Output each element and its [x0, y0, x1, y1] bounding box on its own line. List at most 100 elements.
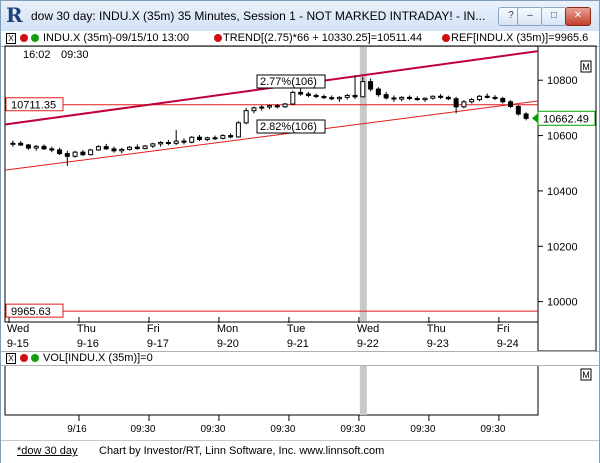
x-time-label: 09:30 [270, 424, 295, 435]
candle-body [515, 106, 521, 115]
main-pane-menu-button-text: M [582, 62, 590, 72]
candle-body [329, 97, 335, 100]
candle-body [305, 93, 311, 96]
candle-body [391, 97, 397, 100]
candle-body [142, 145, 148, 150]
candle-body [173, 140, 179, 144]
vol-pane-close-icon[interactable]: X [6, 353, 16, 364]
candle-body [274, 105, 280, 108]
candle-body [119, 148, 125, 152]
x-time-label: 09:30 [130, 424, 155, 435]
x-date-label: 9-15 [7, 338, 29, 350]
candle-body [476, 95, 482, 101]
x-day-label: Fri [147, 323, 160, 335]
candle-body [150, 143, 156, 147]
candle-body [189, 136, 195, 143]
level-9965-label: 9965.63 [11, 306, 51, 318]
candle-body [25, 144, 31, 149]
candle-body [438, 95, 444, 98]
lower-trend-line[interactable] [4, 100, 539, 171]
candle-body [41, 145, 47, 150]
x-time-label: 09:30 [200, 424, 225, 435]
x-time-label: 09:30 [340, 424, 365, 435]
x-date-label: 9-21 [287, 338, 309, 350]
candle-body [469, 99, 475, 103]
x-day-label: Thu [77, 323, 96, 335]
chart-page-link[interactable]: *dow 30 day [17, 445, 78, 457]
candle-body [88, 149, 94, 156]
chart-window: R dow 30 day: INDU.X (35m) 35 Minutes, S… [0, 0, 600, 463]
vol-green-dot-icon[interactable] [31, 354, 39, 362]
credit-text: Chart by Investor/RT, Linn Software, Inc… [99, 445, 385, 457]
y-tick-label: 10000 [547, 297, 578, 309]
candle-body [64, 153, 70, 157]
x-time-label: 09:30 [410, 424, 435, 435]
candle-body [406, 96, 412, 99]
selected-day-highlight-vol[interactable] [359, 365, 367, 415]
x-day-label: Tue [287, 323, 306, 335]
x-date-label: 9-20 [217, 338, 239, 350]
x-date-label: 9-16 [77, 338, 99, 350]
candle-body [103, 146, 109, 150]
candle-body [336, 96, 342, 100]
candle-body [492, 96, 498, 99]
candle-body [197, 136, 203, 140]
candle-body [220, 135, 226, 139]
level-10711-label: 10711.35 [11, 100, 56, 112]
candle-body [484, 95, 490, 98]
vol-pane-menu-button-text: M [582, 370, 590, 380]
candle-body [72, 151, 78, 157]
x-day-label: Wed [7, 323, 29, 335]
candle-body [500, 97, 506, 103]
candle-body [204, 137, 210, 140]
candle-body [10, 142, 16, 145]
y-tick-label: 10600 [547, 131, 578, 143]
candle-body [228, 135, 234, 138]
x-date-label: 9-22 [357, 338, 379, 350]
x-time-label: 9/16 [67, 424, 87, 435]
upper-channel-label: 2.77%(106) [260, 76, 317, 88]
candle-body [399, 96, 405, 100]
candle-body [430, 95, 436, 99]
footer-bar: *dow 30 day Chart by Investor/RT, Linn S… [1, 440, 599, 463]
candle-body [414, 97, 420, 101]
last-price-label: 10662.49 [543, 113, 589, 125]
candle-body [368, 81, 374, 90]
y-tick-label: 10400 [547, 186, 578, 198]
candle-body [57, 149, 63, 155]
candle-body [95, 146, 101, 151]
candle-body [290, 91, 296, 105]
candle-body [259, 106, 265, 109]
candle-body [344, 94, 350, 98]
candle-body [49, 148, 55, 151]
candle-body [267, 105, 272, 108]
candle-body [127, 146, 133, 150]
candle-body [33, 145, 39, 149]
y-tick-label: 10800 [547, 75, 578, 87]
candle-body [360, 81, 366, 98]
candle-body [313, 94, 319, 98]
price-chart[interactable]: 10000 10200 10400 10600 10800 Wed 9-15 Thu 9-16 F… [1, 1, 599, 439]
vol-red-dot-icon[interactable] [20, 354, 28, 362]
x-day-label: Wed [357, 323, 379, 335]
candle-body [251, 107, 257, 112]
x-date-label: 9-17 [147, 338, 169, 350]
candle-body [383, 94, 389, 99]
x-date-label: 9-24 [497, 338, 519, 350]
x-day-label: Thu [427, 323, 446, 335]
x-day-label: Mon [217, 323, 238, 335]
candle-body [243, 110, 249, 124]
candle-body [445, 96, 451, 100]
candle-body [321, 96, 327, 99]
candle-body [461, 101, 467, 108]
candle-body [80, 151, 86, 156]
candle-body [165, 141, 171, 144]
candle-body [523, 113, 529, 119]
candle-body [212, 137, 218, 140]
candle-body [508, 101, 514, 108]
candle-body [453, 98, 459, 108]
candle-body [111, 148, 117, 152]
x-date-label: 9-23 [427, 338, 449, 350]
vol-label[interactable]: VOL[INDU.X (35m)]=0 [43, 352, 153, 364]
last-price-arrow-icon [532, 113, 538, 124]
